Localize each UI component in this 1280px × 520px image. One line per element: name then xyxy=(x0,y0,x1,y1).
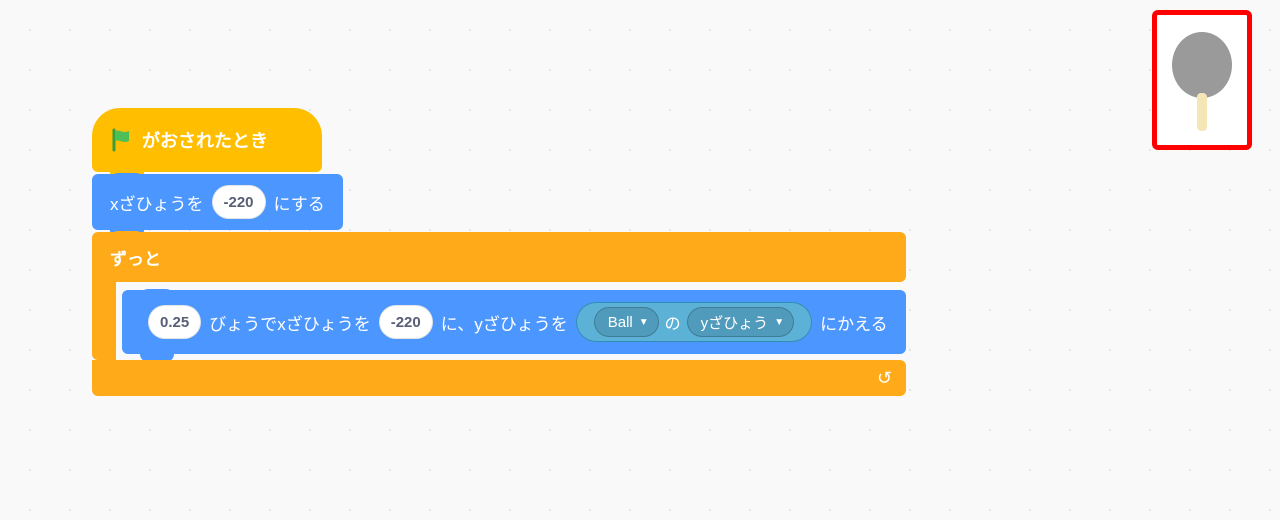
set-x-prefix: xざひょうを xyxy=(110,190,204,215)
loop-arrow-icon: ↻ xyxy=(877,368,892,389)
forever-block[interactable]: ずっと 0.25 びょうでxざひょうを -220 に、yざひょうを Ball ▼ xyxy=(92,232,906,396)
glide-text3: にかえる xyxy=(820,310,888,335)
sprite-thumbnail[interactable] xyxy=(1152,10,1252,150)
sensing-target-label: Ball xyxy=(608,314,633,331)
script-stack: がおされたとき xざひょうを -220 にする ずっと 0.25 びょうでxざひ… xyxy=(92,108,906,396)
sensing-of-label: の xyxy=(665,310,681,334)
set-x-value-input[interactable]: -220 xyxy=(212,185,266,219)
sensing-prop-dropdown[interactable]: yざひょう ▼ xyxy=(687,307,794,337)
glide-block[interactable]: 0.25 びょうでxざひょうを -220 に、yざひょうを Ball ▼ の y… xyxy=(122,290,906,354)
sensing-of-block[interactable]: Ball ▼ の yざひょう ▼ xyxy=(576,302,812,342)
set-x-block[interactable]: xざひょうを -220 にする xyxy=(92,174,343,230)
glide-text2: に、yざひょうを xyxy=(441,310,568,335)
glide-secs-input[interactable]: 0.25 xyxy=(148,305,201,339)
sensing-target-dropdown[interactable]: Ball ▼ xyxy=(594,307,659,337)
forever-label: ずっと xyxy=(110,245,161,270)
set-x-suffix: にする xyxy=(274,190,325,215)
chevron-down-icon: ▼ xyxy=(774,317,784,328)
sensing-prop-label: yざひょう xyxy=(701,312,769,333)
chevron-down-icon: ▼ xyxy=(639,317,649,328)
green-flag-icon xyxy=(110,128,134,152)
glide-x-input[interactable]: -220 xyxy=(379,305,433,339)
glide-text1: びょうでxざひょうを xyxy=(209,310,371,335)
paddle-icon xyxy=(1167,25,1237,135)
when-flag-clicked-block[interactable]: がおされたとき xyxy=(92,108,322,172)
hat-label: がおされたとき xyxy=(142,127,268,153)
